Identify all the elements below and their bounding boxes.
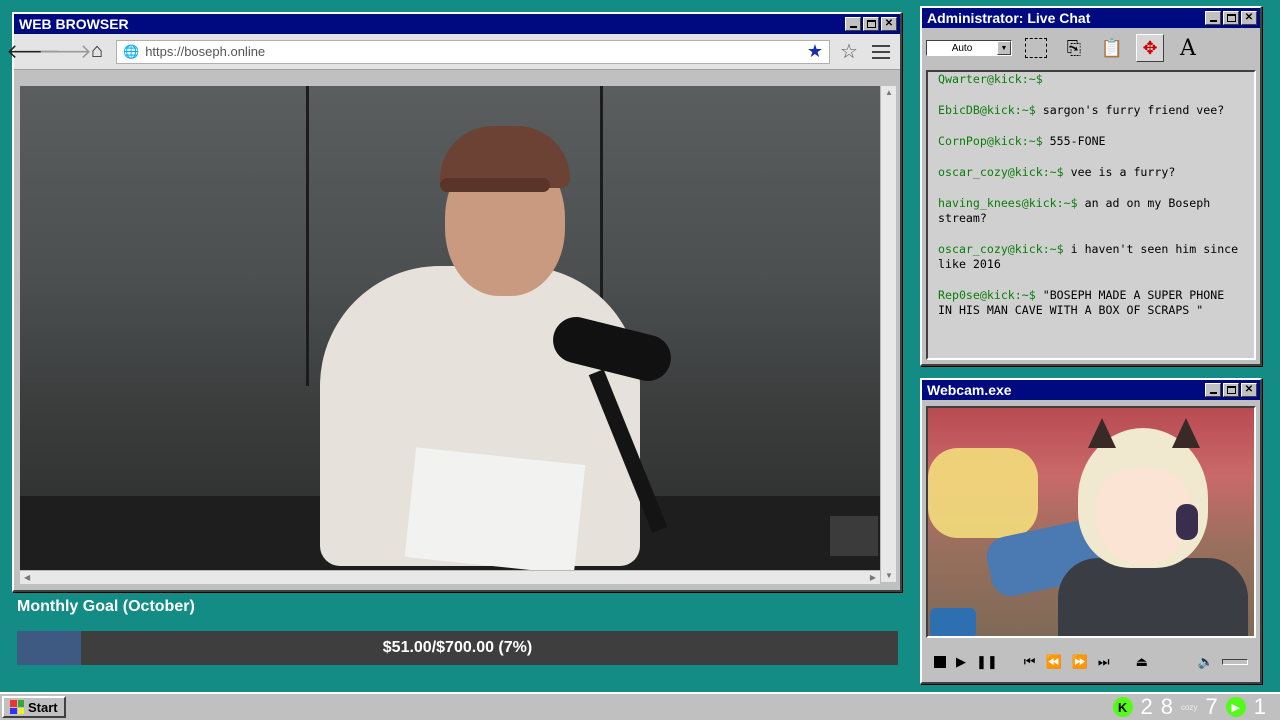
video-stream <box>20 86 880 570</box>
chat-message: Rep0se@kick:~$ "BOSEPH MADE A SUPER PHON… <box>938 288 1244 318</box>
scroll-down-arrow-icon[interactable]: ▼ <box>885 571 893 580</box>
minimize-button[interactable] <box>1205 11 1221 25</box>
close-button[interactable]: ✕ <box>1241 383 1257 397</box>
paste-icon[interactable]: 📋 <box>1098 34 1126 62</box>
chat-titlebar[interactable]: Administrator: Live Chat ✕ <box>922 8 1260 28</box>
tray-count: 1 <box>1253 694 1266 719</box>
star-outline-icon[interactable]: ☆ <box>836 39 862 65</box>
fast-forward-icon[interactable]: ⏩ <box>1072 654 1088 670</box>
play-circle-icon[interactable]: ▶ <box>1225 697 1246 717</box>
address-bar[interactable]: 🌐 https://boseph.online ★ <box>116 39 830 64</box>
stop-icon[interactable] <box>934 656 946 668</box>
font-icon[interactable]: A <box>1174 34 1202 62</box>
webcam-titlebar[interactable]: Webcam.exe ✕ <box>922 380 1260 400</box>
url-text[interactable]: https://boseph.online <box>145 44 801 59</box>
wall-panel <box>306 86 309 386</box>
avatar-body <box>1058 558 1248 636</box>
browser-title: WEB BROWSER <box>19 16 129 32</box>
goal-progress-text: $51.00/$700.00 (7%) <box>382 639 533 656</box>
chat-text: sargon's furry friend vee? <box>1035 103 1225 117</box>
star-filled-icon[interactable]: ★ <box>807 41 823 62</box>
goal-label: Monthly Goal (October) <box>17 598 195 615</box>
chat-username[interactable]: Rep0se@kick:~$ <box>938 288 1036 302</box>
webcam-title: Webcam.exe <box>927 382 1012 398</box>
scroll-right-arrow-icon[interactable]: ▶ <box>870 573 876 582</box>
start-label: Start <box>28 699 58 715</box>
select-rect-icon[interactable] <box>1022 34 1050 62</box>
globe-icon: 🌐 <box>123 43 140 59</box>
chat-username[interactable]: CornPop@kick:~$ <box>938 134 1043 148</box>
background-pillow <box>928 448 1038 538</box>
chat-message: EbicDB@kick:~$ sargon's furry friend vee… <box>938 103 1244 118</box>
webcam-window: Webcam.exe ✕ ▶ ❚❚ ⏮ ⏪ ⏩ ⏭ ⏏ 🔈 <box>920 378 1262 684</box>
chat-username[interactable]: oscar_cozy@kick:~$ <box>938 242 1064 256</box>
system-tray: K 2 8 cozy 7 ▶ 1 <box>1112 694 1278 720</box>
cat-ear <box>1172 418 1200 448</box>
chat-username[interactable]: EbicDB@kick:~$ <box>938 103 1036 117</box>
webcam-view <box>926 406 1256 638</box>
copy-icon[interactable]: ⎘ <box>1060 34 1088 62</box>
chat-message: having_knees@kick:~$ an ad on my Boseph … <box>938 196 1244 226</box>
chat-message: CornPop@kick:~$ 555-FONE <box>938 134 1244 149</box>
rewind-icon[interactable]: ⏪ <box>1046 654 1062 670</box>
cozy-label: cozy <box>1181 702 1198 712</box>
cat-ear <box>1088 418 1116 448</box>
volume-icon[interactable]: 🔈 <box>1198 654 1214 670</box>
chat-title: Administrator: Live Chat <box>927 10 1091 26</box>
browser-titlebar[interactable]: WEB BROWSER ✕ <box>14 14 900 34</box>
chat-window: Administrator: Live Chat ✕ Auto ▼ ⎘ 📋 ✥ … <box>920 6 1262 366</box>
close-button[interactable]: ✕ <box>1241 11 1257 25</box>
windows-logo-icon <box>10 700 24 714</box>
skip-forward-icon[interactable]: ⏭ <box>1098 654 1110 670</box>
chat-username[interactable]: Qwarter@kick:~$ <box>938 72 1043 86</box>
chat-toolbar: Auto ▼ ⎘ 📋 ✥ A <box>922 28 1260 68</box>
background-sign <box>28 112 188 140</box>
tray-count: 2 <box>1140 694 1153 719</box>
close-button[interactable]: ✕ <box>881 17 897 31</box>
goal-progress-bar: $51.00/$700.00 (7%) <box>17 631 898 665</box>
volume-slider[interactable] <box>1222 659 1248 665</box>
pause-icon[interactable]: ❚❚ <box>976 654 998 670</box>
headphones <box>1176 504 1198 540</box>
chat-text: vee is a furry? <box>1063 165 1176 179</box>
scroll-up-arrow-icon[interactable]: ▲ <box>885 88 893 97</box>
home-icon[interactable]: ⌂ <box>84 39 110 65</box>
start-button[interactable]: Start <box>2 696 66 718</box>
horizontal-scrollbar[interactable]: ◀ ▶ <box>20 570 880 584</box>
vertical-scrollbar[interactable]: ▲ ▼ <box>880 86 896 582</box>
taskbar: Start K 2 8 cozy 7 ▶ 1 <box>0 692 1280 720</box>
maximize-button[interactable] <box>1223 383 1239 397</box>
tray-count: 8 <box>1160 694 1174 719</box>
chat-message: oscar_cozy@kick:~$ vee is a furry? <box>938 165 1244 180</box>
play-icon[interactable]: ▶ <box>956 654 966 670</box>
chat-message: Qwarter@kick:~$ <box>938 72 1244 87</box>
chat-log[interactable]: Qwarter@kick:~$ EbicDB@kick:~$ sargon's f… <box>926 70 1256 360</box>
person-cap-brim <box>440 178 550 192</box>
browser-window: WEB BROWSER ✕ 🡐 🡒 ⌂ 🌐 https://boseph.onl… <box>6 12 902 592</box>
minimize-button[interactable] <box>845 17 861 31</box>
mug <box>930 608 976 636</box>
minimize-button[interactable] <box>1205 383 1221 397</box>
chat-text: 555-FONE <box>1042 134 1106 148</box>
chevron-down-icon[interactable]: ▼ <box>997 41 1011 55</box>
skip-back-icon[interactable]: ⏮ <box>1024 654 1036 670</box>
paper-sheet <box>404 447 586 570</box>
chat-username[interactable]: oscar_cozy@kick:~$ <box>938 165 1064 179</box>
menu-icon[interactable] <box>868 39 894 65</box>
kick-logo-icon[interactable]: K <box>1112 697 1133 717</box>
browser-navbar: 🡐 🡒 ⌂ 🌐 https://boseph.online ★ ☆ <box>6 34 900 70</box>
maximize-button[interactable] <box>863 17 879 31</box>
chat-message: oscar_cozy@kick:~$ i haven't seen him si… <box>938 242 1244 272</box>
tray-count: 7 <box>1205 694 1218 719</box>
font-size-value: Auto <box>951 42 973 54</box>
eject-icon[interactable]: ⏏ <box>1136 654 1148 670</box>
move-icon[interactable]: ✥ <box>1136 34 1164 62</box>
font-size-select[interactable]: Auto ▼ <box>926 40 1012 56</box>
video-watermark <box>830 516 878 556</box>
maximize-button[interactable] <box>1223 11 1239 25</box>
media-controls: ▶ ❚❚ ⏮ ⏪ ⏩ ⏭ ⏏ 🔈 <box>926 644 1256 680</box>
scroll-left-arrow-icon[interactable]: ◀ <box>24 573 30 582</box>
forward-arrow-icon[interactable]: 🡒 <box>38 39 92 65</box>
chat-username[interactable]: having_knees@kick:~$ <box>938 196 1078 210</box>
